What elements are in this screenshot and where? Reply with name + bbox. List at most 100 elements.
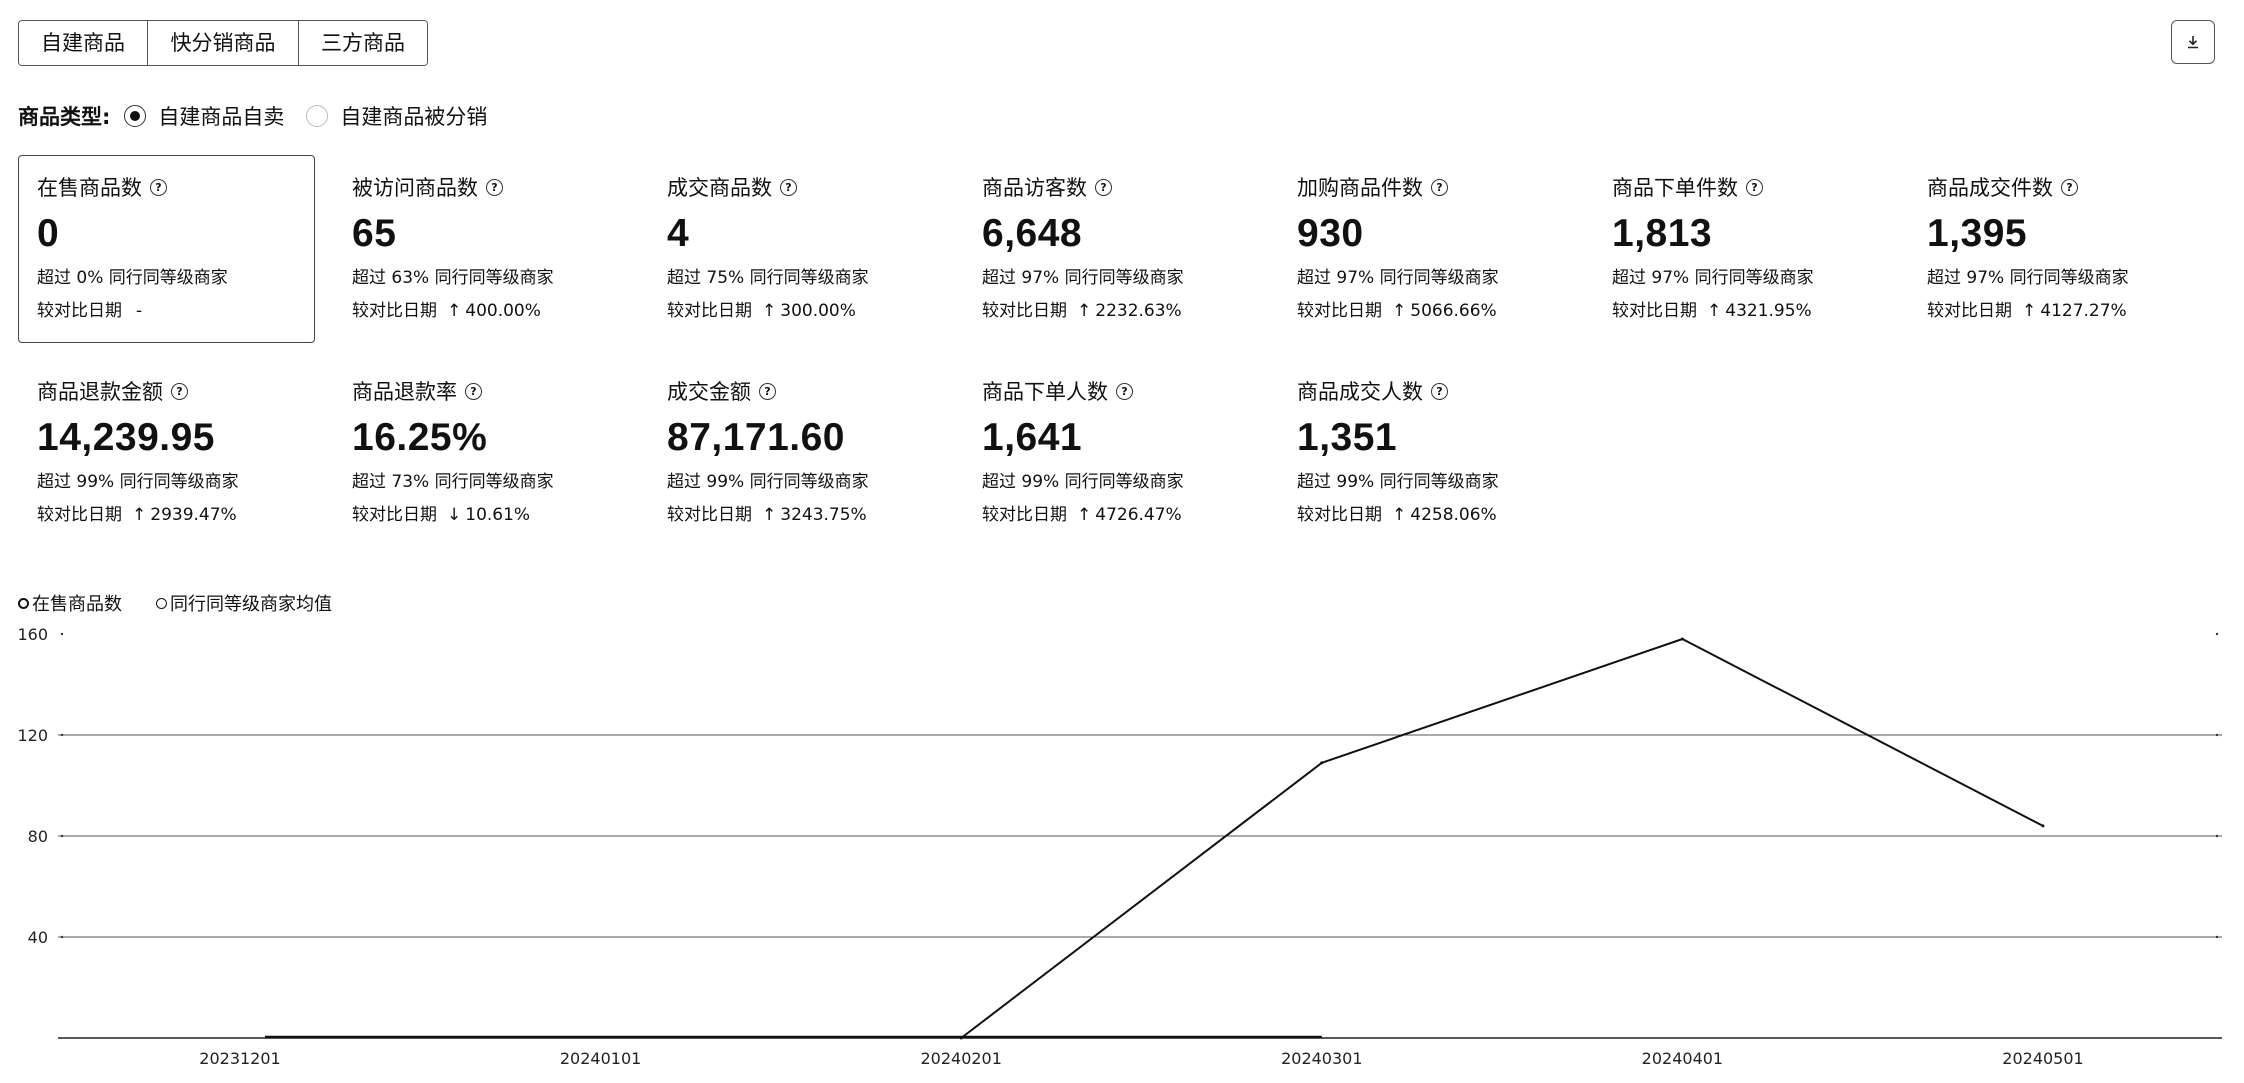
metric-title-text: 商品下单件数 bbox=[1612, 176, 1738, 200]
metric-card[interactable]: 在售商品数? 0 超过 0% 同行同等级商家 较对比日期 - bbox=[18, 155, 315, 343]
metric-compare-arrow-icon: ↑ bbox=[132, 505, 147, 525]
metric-title: 加购商品件数? bbox=[1297, 173, 1575, 201]
metric-compare: 较对比日期 ↑ 2939.47% bbox=[37, 504, 315, 526]
radio-self-sell-label: 自建商品自卖 bbox=[158, 105, 285, 129]
product-type-label: 商品类型: bbox=[18, 105, 111, 129]
metric-compare: 较对比日期 ↑ 2232.63% bbox=[982, 300, 1260, 322]
metric-card[interactable]: 加购商品件数? 930 超过 97% 同行同等级商家 较对比日期 ↑ 5066.66% bbox=[1278, 155, 1575, 343]
metric-value: 87,171.60 bbox=[667, 416, 846, 459]
metric-card[interactable]: 成交金额? 87,171.60 超过 99% 同行同等级商家 较对比日期 ↑ 3243.7… bbox=[648, 359, 945, 541]
help-icon[interactable]: ? bbox=[1095, 178, 1112, 196]
metric-card[interactable]: 被访问商品数? 65 超过 63% 同行同等级商家 较对比日期 ↑ 400.00% bbox=[333, 155, 630, 343]
metric-value: 1,351 bbox=[1297, 416, 1398, 459]
metric-compare-arrow-icon: ↑ bbox=[1392, 301, 1407, 321]
metric-card[interactable]: 商品退款金额? 14,239.95 超过 99% 同行同等级商家 较对比日期 ↑ 2939… bbox=[18, 359, 315, 541]
metric-value: 930 bbox=[1297, 212, 1364, 255]
series-point[interactable] bbox=[1680, 637, 1684, 641]
metric-title-text: 成交金额 bbox=[667, 380, 751, 404]
metric-card[interactable]: 商品下单件数? 1,813 超过 97% 同行同等级商家 较对比日期 ↑ 4321.95% bbox=[1593, 155, 1890, 343]
tab-kuai-distribution[interactable]: 快分销商品 bbox=[147, 21, 298, 65]
y-tick-mark-right bbox=[2215, 834, 2219, 838]
y-tick-mark-right bbox=[2215, 632, 2219, 636]
metric-card[interactable]: 成交商品数? 4 超过 75% 同行同等级商家 较对比日期 ↑ 300.00% bbox=[648, 155, 945, 343]
help-icon[interactable]: ? bbox=[171, 382, 188, 400]
metric-compare: 较对比日期 ↑ 4726.47% bbox=[982, 504, 1260, 526]
help-icon[interactable]: ? bbox=[1116, 382, 1133, 400]
metric-card[interactable]: 商品成交人数? 1,351 超过 99% 同行同等级商家 较对比日期 ↑ 4258.06% bbox=[1278, 359, 1575, 541]
tab-third-party[interactable]: 三方商品 bbox=[298, 21, 427, 65]
metric-compare: 较对比日期 - bbox=[37, 300, 314, 322]
metric-percentile: 超过 97% 同行同等级商家 bbox=[1297, 268, 1499, 288]
y-tick-label: 80 bbox=[28, 827, 48, 846]
metric-percentile: 超过 63% 同行同等级商家 bbox=[352, 268, 554, 288]
metric-compare-label: 较对比日期 bbox=[37, 505, 122, 525]
radio-unselected-icon bbox=[306, 105, 329, 127]
series-point[interactable] bbox=[959, 1036, 963, 1040]
metric-card[interactable]: 商品成交件数? 1,395 超过 97% 同行同等级商家 较对比日期 ↑ 4127.27% bbox=[1908, 155, 2205, 343]
y-tick-mark bbox=[60, 632, 64, 636]
metric-compare-label: 较对比日期 bbox=[667, 505, 752, 525]
metric-compare: 较对比日期 ↑ 4321.95% bbox=[1612, 300, 1890, 322]
help-icon[interactable]: ? bbox=[150, 178, 167, 196]
metric-compare-arrow-icon: ↑ bbox=[762, 505, 777, 525]
radio-self-sell[interactable]: 自建商品自卖 bbox=[124, 101, 284, 131]
help-icon[interactable]: ? bbox=[1746, 178, 1763, 196]
metric-compare-value: 400.00% bbox=[465, 301, 541, 321]
metric-compare: 较对比日期 ↑ 400.00% bbox=[352, 300, 630, 322]
metric-percentile: 超过 99% 同行同等级商家 bbox=[667, 472, 869, 492]
metric-value: 1,641 bbox=[982, 416, 1083, 459]
metric-compare-arrow-icon: ↑ bbox=[1707, 301, 1722, 321]
metric-title: 商品成交件数? bbox=[1927, 173, 2205, 201]
x-tick-label: 20240301 bbox=[1281, 1049, 1362, 1068]
metric-compare-arrow-icon: ↑ bbox=[1077, 505, 1092, 525]
y-tick-mark bbox=[60, 935, 64, 939]
help-icon[interactable]: ? bbox=[759, 382, 776, 400]
metric-card[interactable]: 商品访客数? 6,648 超过 97% 同行同等级商家 较对比日期 ↑ 2232.63% bbox=[963, 155, 1260, 343]
series-point[interactable] bbox=[1320, 761, 1324, 765]
metric-title-text: 商品成交人数 bbox=[1297, 380, 1423, 404]
series-line-1 bbox=[960, 638, 2044, 1039]
tab-self-built[interactable]: 自建商品 bbox=[19, 21, 147, 65]
help-icon[interactable]: ? bbox=[465, 382, 482, 400]
metric-title: 商品成交人数? bbox=[1297, 377, 1575, 405]
metric-card[interactable]: 商品退款率? 16.25% 超过 73% 同行同等级商家 较对比日期 ↓ 10.61% bbox=[333, 359, 630, 541]
radio-distributed[interactable]: 自建商品被分销 bbox=[306, 101, 487, 131]
metric-value: 4 bbox=[667, 212, 690, 255]
metric-compare-label: 较对比日期 bbox=[667, 301, 752, 321]
source-tabs: 自建商品 快分销商品 三方商品 bbox=[18, 20, 428, 66]
legend-marker-icon bbox=[156, 597, 167, 609]
metric-title-text: 被访问商品数 bbox=[352, 176, 478, 200]
y-tick-mark-right bbox=[2215, 935, 2219, 939]
metric-title: 被访问商品数? bbox=[352, 173, 630, 201]
metric-card[interactable]: 商品下单人数? 1,641 超过 99% 同行同等级商家 较对比日期 ↑ 4726.47% bbox=[963, 359, 1260, 541]
metric-title: 商品退款率? bbox=[352, 377, 630, 405]
metric-compare-value: 3243.75% bbox=[780, 505, 867, 525]
metric-compare-label: 较对比日期 bbox=[352, 301, 437, 321]
metric-compare-arrow-icon: ↓ bbox=[447, 505, 462, 525]
help-icon[interactable]: ? bbox=[486, 178, 503, 196]
metric-percentile: 超过 99% 同行同等级商家 bbox=[1297, 472, 1499, 492]
metric-compare-value: - bbox=[136, 301, 143, 321]
x-tick-label: 20240101 bbox=[560, 1049, 641, 1068]
metric-compare-value: 5066.66% bbox=[1410, 301, 1497, 321]
metric-title-text: 商品下单人数 bbox=[982, 380, 1108, 404]
metric-percentile: 超过 75% 同行同等级商家 bbox=[667, 268, 869, 288]
series-point[interactable] bbox=[2041, 824, 2045, 828]
help-icon[interactable]: ? bbox=[2061, 178, 2078, 196]
metric-percentile: 超过 97% 同行同等级商家 bbox=[1612, 268, 1814, 288]
metric-compare-value: 4127.27% bbox=[2040, 301, 2127, 321]
metric-title: 成交金额? bbox=[667, 377, 945, 405]
download-button[interactable] bbox=[2171, 20, 2215, 64]
y-tick-label: 40 bbox=[28, 928, 48, 947]
metric-compare: 较对比日期 ↓ 10.61% bbox=[352, 504, 630, 526]
metric-compare-arrow-icon: ↑ bbox=[1077, 301, 1092, 321]
metric-title: 商品下单人数? bbox=[982, 377, 1260, 405]
help-icon[interactable]: ? bbox=[1431, 382, 1448, 400]
help-icon[interactable]: ? bbox=[780, 178, 797, 196]
metric-title: 商品退款金额? bbox=[37, 377, 315, 405]
x-tick-label: 20240501 bbox=[2002, 1049, 2083, 1068]
metric-value: 0 bbox=[37, 212, 60, 255]
help-icon[interactable]: ? bbox=[1431, 178, 1448, 196]
metric-percentile: 超过 0% 同行同等级商家 bbox=[37, 268, 228, 288]
metric-compare-label: 较对比日期 bbox=[1927, 301, 2012, 321]
